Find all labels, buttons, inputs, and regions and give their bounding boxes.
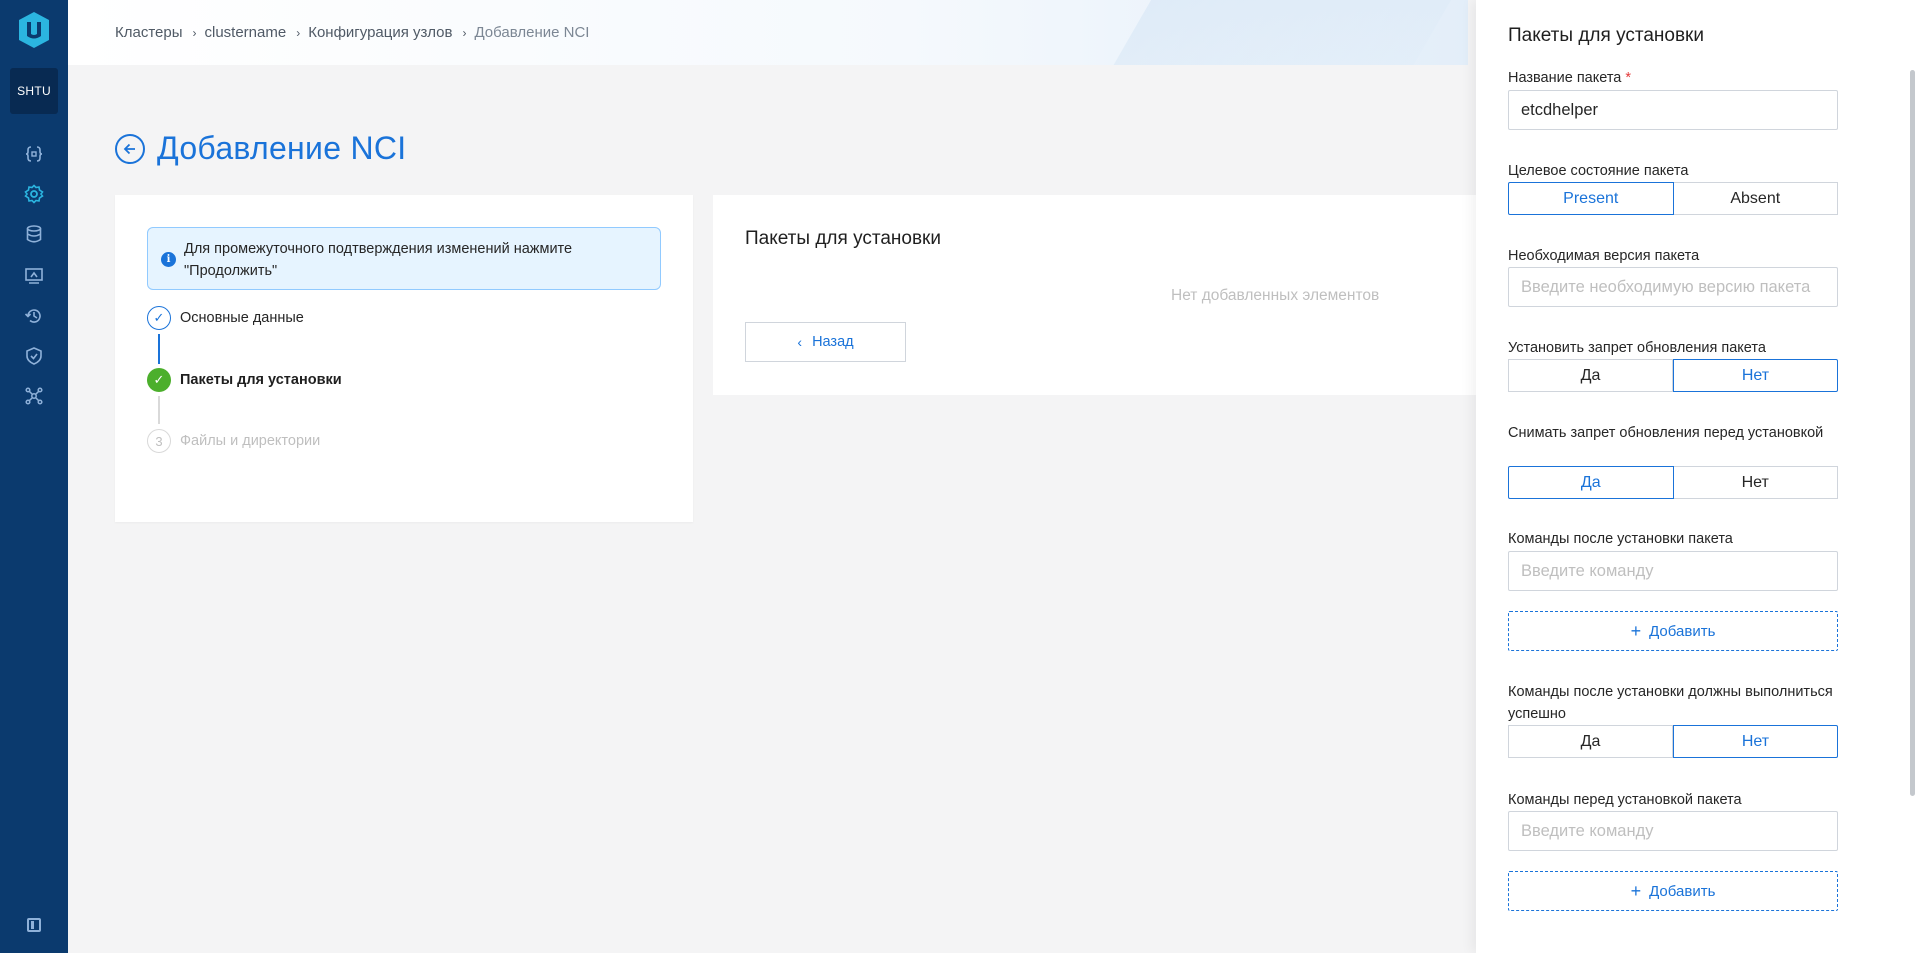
monitor-icon[interactable] [20, 262, 48, 290]
page-header: Добавление NCI [115, 130, 407, 167]
hold-update-toggle: Да Нет [1508, 359, 1838, 392]
chevron-right-icon: › [296, 25, 301, 40]
shield-icon[interactable] [20, 342, 48, 370]
app-logo-icon[interactable] [14, 10, 54, 50]
gear-icon[interactable] [20, 180, 48, 208]
option-yes[interactable]: Да [1508, 466, 1674, 499]
packages-card: Пакеты для установки Нет добавленных эле… [713, 195, 1493, 395]
breadcrumb: Кластеры › clustername › Конфигурация уз… [115, 24, 589, 41]
check-icon: ✓ [147, 368, 171, 392]
package-name-input[interactable]: etcdhelper [1508, 90, 1838, 130]
required-version-input[interactable]: Введите необходимую версию пакета [1508, 267, 1838, 307]
step-label: Пакеты для установки [180, 372, 342, 388]
steps-card: i Для промежуточного подтверждения измен… [115, 195, 693, 522]
required-mark: * [1625, 70, 1632, 86]
package-drawer: Пакеты для установки Название пакета * et… [1476, 0, 1920, 953]
hold-update-label: Установить запрет обновления пакета [1508, 340, 1766, 356]
back-arrow-icon[interactable] [115, 133, 145, 164]
page-title: Добавление NCI [157, 130, 407, 166]
plus-icon: + [1630, 881, 1642, 901]
option-present[interactable]: Present [1508, 182, 1674, 215]
add-pre-command-button[interactable]: + Добавить [1508, 871, 1838, 911]
breadcrumb-item[interactable]: clustername [205, 24, 287, 41]
unhold-before-toggle: Да Нет [1508, 466, 1838, 499]
target-state-label: Целевое состояние пакета [1508, 163, 1689, 179]
empty-state: Нет добавленных элементов [1171, 287, 1380, 304]
step-connector [158, 396, 160, 424]
history-icon[interactable] [20, 302, 48, 330]
package-name-label: Название пакета * [1508, 67, 1838, 89]
option-yes[interactable]: Да [1508, 725, 1673, 758]
plus-icon: + [1630, 621, 1642, 641]
step-number: 3 [147, 429, 171, 453]
braces-icon[interactable] [20, 140, 48, 168]
add-post-command-button[interactable]: + Добавить [1508, 611, 1838, 651]
sidebar: SHTU [0, 0, 68, 953]
step-label: Основные данные [180, 310, 304, 326]
info-icon: i [161, 252, 176, 267]
post-commands-input[interactable]: Введите команду [1508, 551, 1838, 591]
post-must-succeed-label: Команды после установки должны выполнить… [1508, 684, 1833, 722]
post-commands-label: Команды после установки пакета [1508, 531, 1733, 547]
add-button-label: Добавить [1649, 622, 1716, 640]
option-absent[interactable]: Absent [1673, 182, 1838, 215]
sidebar-collapse-icon[interactable] [27, 918, 41, 932]
label-text: Название пакета [1508, 70, 1622, 86]
breadcrumb-item[interactable]: Конфигурация узлов [308, 24, 452, 41]
pre-commands-label: Команды перед установкой пакета [1508, 792, 1742, 808]
database-icon[interactable] [20, 220, 48, 248]
network-icon[interactable] [20, 382, 48, 410]
chevron-right-icon: › [192, 25, 197, 40]
option-no[interactable]: Нет [1673, 359, 1838, 392]
breadcrumb-item[interactable]: Кластеры [115, 24, 183, 41]
step-files[interactable]: 3 Файлы и директории [147, 429, 320, 453]
check-icon: ✓ [147, 306, 171, 330]
info-alert: i Для промежуточного подтверждения измен… [147, 227, 661, 290]
pre-commands-input[interactable]: Введите команду [1508, 811, 1838, 851]
drawer-title: Пакеты для установки [1508, 25, 1704, 46]
target-state-toggle: Present Absent [1508, 182, 1838, 215]
unhold-before-label: Снимать запрет обновления перед установк… [1508, 425, 1824, 441]
option-no[interactable]: Нет [1673, 725, 1838, 758]
chevron-right-icon: › [462, 25, 467, 40]
back-button-label: Назад [812, 334, 854, 350]
back-button[interactable]: ‹ Назад [745, 322, 906, 362]
step-label: Файлы и директории [180, 433, 321, 449]
option-no[interactable]: Нет [1673, 466, 1838, 499]
breadcrumb-current: Добавление NCI [474, 24, 590, 41]
cluster-badge[interactable]: SHTU [10, 68, 58, 114]
required-version-label: Необходимая версия пакета [1508, 248, 1700, 264]
info-alert-text: Для промежуточного подтверждения изменен… [184, 241, 573, 279]
header: Кластеры › clustername › Конфигурация уз… [68, 0, 1468, 65]
chevron-left-icon: ‹ [797, 334, 803, 350]
card-title: Пакеты для установки [745, 228, 941, 249]
post-must-succeed-toggle: Да Нет [1508, 725, 1838, 758]
step-connector [158, 334, 160, 364]
option-yes[interactable]: Да [1508, 359, 1673, 392]
step-basic-data[interactable]: ✓ Основные данные [147, 306, 304, 330]
step-packages[interactable]: ✓ Пакеты для установки [147, 368, 342, 392]
drawer-scrollbar[interactable] [1910, 70, 1915, 796]
add-button-label: Добавить [1649, 882, 1716, 900]
